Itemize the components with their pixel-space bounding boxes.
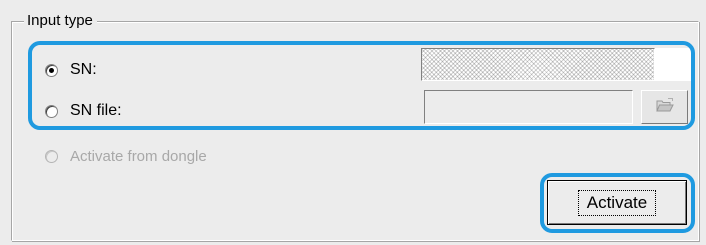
folder-open-icon <box>655 97 675 118</box>
sn-input[interactable] <box>421 48 655 81</box>
input-type-panel: Input type SN: SN file: Activate from do… <box>0 0 706 245</box>
sn-input-tail <box>655 48 691 81</box>
sn-file-radio-button[interactable] <box>45 104 58 118</box>
sn-radio-button[interactable] <box>45 63 58 77</box>
activate-button-label: Activate <box>577 189 657 216</box>
dongle-radio-option: Activate from dongle <box>45 145 207 167</box>
sn-file-radio-option[interactable]: SN file: <box>45 100 122 122</box>
groupbox-title: Input type <box>24 12 97 30</box>
sn-radio-label: SN: <box>70 61 97 78</box>
activate-button[interactable]: Activate <box>547 180 687 225</box>
sn-file-radio-label: SN file: <box>70 102 122 119</box>
browse-file-button[interactable] <box>641 90 688 124</box>
dongle-radio-label: Activate from dongle <box>70 147 207 165</box>
dongle-radio-button <box>45 149 58 163</box>
sn-file-input[interactable] <box>424 90 633 124</box>
sn-radio-option[interactable]: SN: <box>45 59 97 81</box>
